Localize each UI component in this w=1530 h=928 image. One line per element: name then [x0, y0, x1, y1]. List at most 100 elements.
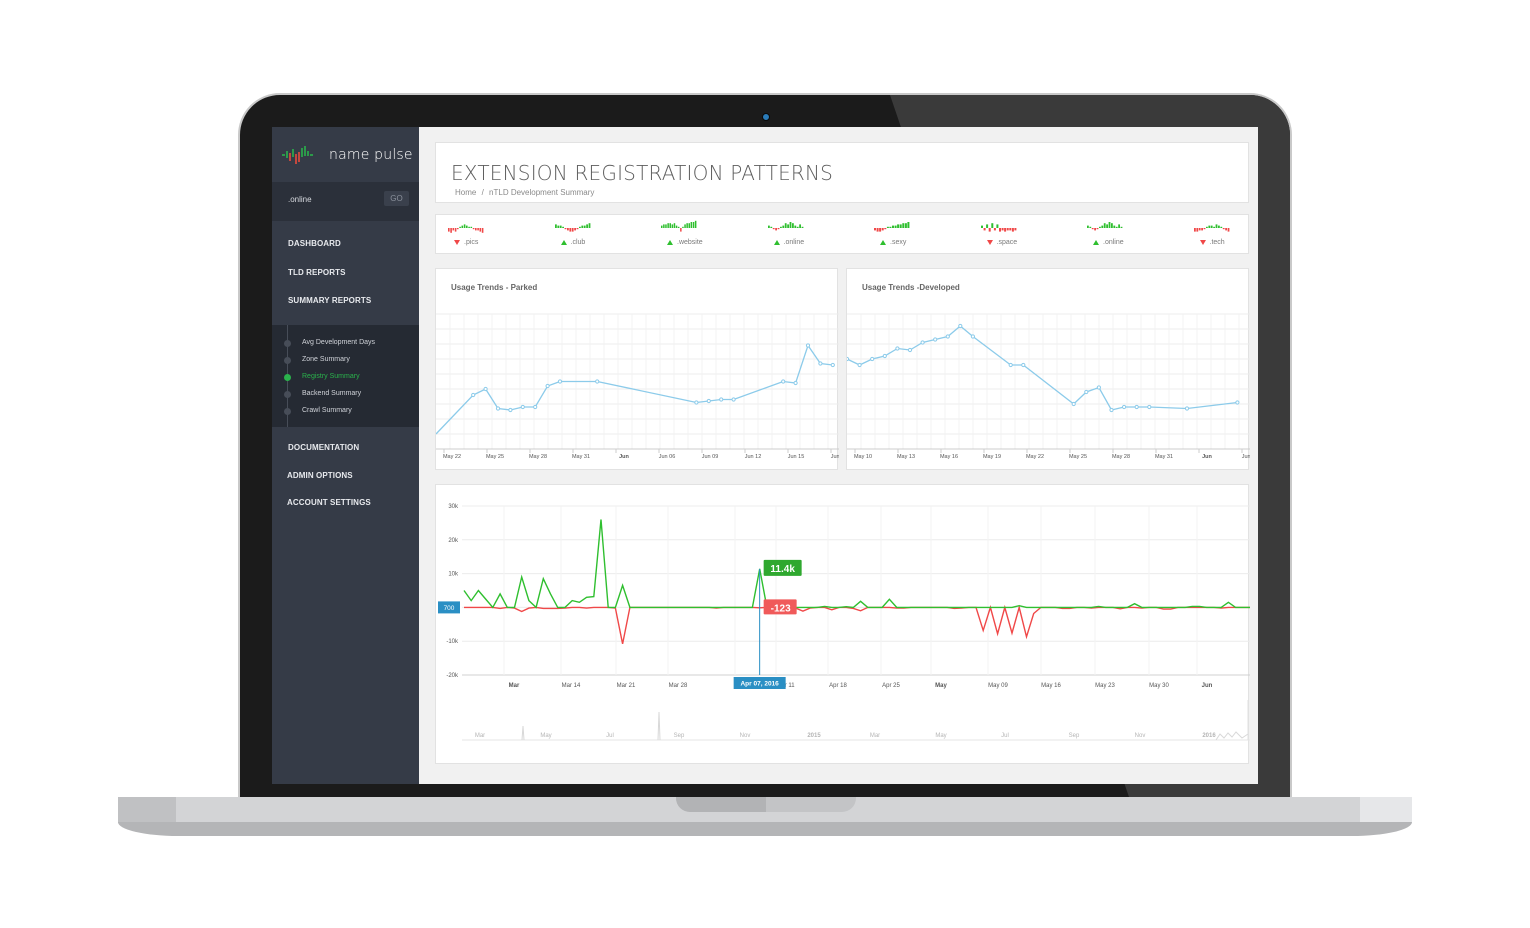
sparkline-bar: [796, 226, 799, 228]
navigator-label: Mar: [870, 733, 880, 739]
tld-sparkline-item[interactable]: .club: [554, 215, 655, 253]
sparkline-bar: [1008, 228, 1011, 231]
data-point: [1021, 362, 1026, 368]
sparkline-bar: [1013, 228, 1016, 231]
screen: name pulse GO DASHBOARD TLD REPORTS SUMM…: [272, 127, 1258, 784]
tld-search-input[interactable]: [288, 195, 368, 204]
sparkline-bar: [902, 223, 905, 228]
data-point: [1147, 404, 1152, 410]
trend-up-icon: [1093, 240, 1099, 245]
data-point: [1008, 362, 1013, 368]
sparkline-bar: [769, 226, 772, 228]
sparkline-bar: [985, 224, 988, 228]
sparkline-bar: [470, 226, 473, 228]
sparkline-chart: [980, 223, 1016, 232]
nav-tld-reports[interactable]: TLD REPORTS: [288, 268, 346, 277]
sparkline-bar: [682, 226, 684, 228]
sparkline-bar: [894, 225, 897, 228]
sub-avg-development-days[interactable]: Avg Development Days: [302, 339, 375, 346]
data-point: [882, 353, 887, 359]
pulse-logo-icon: [282, 146, 313, 164]
nav-documentation[interactable]: DOCUMENTATION: [288, 443, 359, 452]
sparkline-bar: [1203, 228, 1205, 230]
tld-sparkline-item[interactable]: .sexy: [874, 215, 974, 253]
tld-sparkline-item[interactable]: .online: [767, 215, 868, 253]
data-point: [1235, 400, 1240, 405]
tld-sparkline-item[interactable]: .pics: [448, 215, 548, 253]
x-tick-label: May: [935, 683, 947, 689]
sparkline-bar: [1219, 226, 1222, 228]
tld-label: .tech: [1199, 239, 1225, 246]
sparkline-bar: [663, 224, 665, 228]
sparkline-bar: [450, 228, 452, 233]
nav-dashboard[interactable]: DASHBOARD: [288, 239, 341, 248]
sparkline-bar: [781, 225, 784, 228]
data-point: [545, 383, 550, 389]
y-tick-label: -10k: [446, 639, 459, 645]
data-point: [694, 400, 699, 405]
sub-crawl-summary[interactable]: Crawl Summary: [302, 407, 352, 414]
navigator-label: 2016: [1202, 733, 1216, 739]
data-point: [557, 379, 563, 384]
sparkline-bar: [876, 228, 879, 232]
sparkline-bar: [777, 228, 779, 230]
sparkline-bar: [479, 228, 482, 232]
sparkline-bar: [1011, 228, 1014, 232]
data-point: [907, 347, 913, 353]
sparkline-bar: [583, 225, 586, 228]
summary-submenu: Avg Development Days Zone Summary Regist…: [272, 325, 419, 427]
registration-stock-card: 30k 20k 10k -10k -20k Mar Mar 14 Mar 21 Mar 28 Ap…: [435, 484, 1250, 764]
breadcrumb-home[interactable]: Home: [455, 188, 476, 197]
trend-down-icon: [454, 240, 460, 245]
data-point: [495, 406, 501, 411]
nav-summary-reports[interactable]: SUMMARY REPORTS: [288, 296, 371, 305]
tld-sparkline-item[interactable]: .tech: [1193, 215, 1259, 253]
breadcrumb: Home / nTLD Development Summary: [455, 188, 597, 197]
tld-sparkline-item[interactable]: .space: [980, 215, 1081, 253]
sparkline-bar: [899, 224, 902, 228]
sparkline-bar: [786, 224, 789, 228]
x-tick-label: May 30: [1149, 683, 1169, 689]
go-button[interactable]: GO: [384, 191, 409, 206]
y-tick-label: 20k: [448, 538, 459, 544]
data-point: [706, 398, 711, 404]
tld-name: .pics: [464, 239, 479, 246]
nav-account-settings[interactable]: ACCOUNT SETTINGS: [287, 498, 371, 507]
sparkline-bar: [897, 224, 900, 228]
tld-sparkline-item[interactable]: .online: [1087, 215, 1187, 253]
sparkline-bar: [998, 228, 1001, 232]
sparkline-bar: [1227, 228, 1229, 232]
sparkline-bar: [791, 223, 794, 228]
data-point: [933, 337, 938, 342]
sub-registry-summary[interactable]: Registry Summary: [302, 373, 360, 380]
x-tick-label: Mar 21: [617, 683, 636, 689]
sparkline-bar: [1106, 224, 1108, 228]
x-tick-label: Jun: [1202, 683, 1213, 689]
sparkline-bar: [1001, 228, 1004, 231]
sparkline-bar: [1212, 226, 1215, 228]
tld-sparkline-item[interactable]: .website: [661, 215, 761, 253]
x-tick-label: May 10: [854, 454, 872, 460]
x-tick-label: May 31: [572, 454, 590, 460]
sub-zone-summary[interactable]: Zone Summary: [302, 356, 350, 363]
bullet-icon: [284, 357, 291, 364]
data-point: [958, 323, 963, 329]
sparkline-bar: [585, 224, 588, 228]
data-point: [533, 404, 538, 410]
sub-backend-summary[interactable]: Backend Summary: [302, 390, 361, 397]
data-point: [508, 407, 513, 413]
sparkline-bar: [463, 224, 466, 228]
nav-admin-options[interactable]: ADMIN OPTIONS: [287, 471, 353, 480]
x-tick-label: Mar 28: [669, 683, 688, 689]
sparkline-bar: [665, 224, 667, 228]
logo[interactable]: name pulse: [281, 144, 413, 166]
sparkline-bar: [1108, 222, 1111, 228]
x-tick-label: Jun 15: [788, 454, 805, 460]
sparkline-bar: [983, 228, 986, 231]
data-point: [1109, 407, 1114, 413]
sparkline-chart: [554, 223, 590, 232]
navigator-label: May: [540, 733, 551, 739]
x-tick-label: Jun 03: [1242, 454, 1250, 460]
data-point: [818, 361, 823, 366]
sparkline-bar: [571, 228, 574, 232]
